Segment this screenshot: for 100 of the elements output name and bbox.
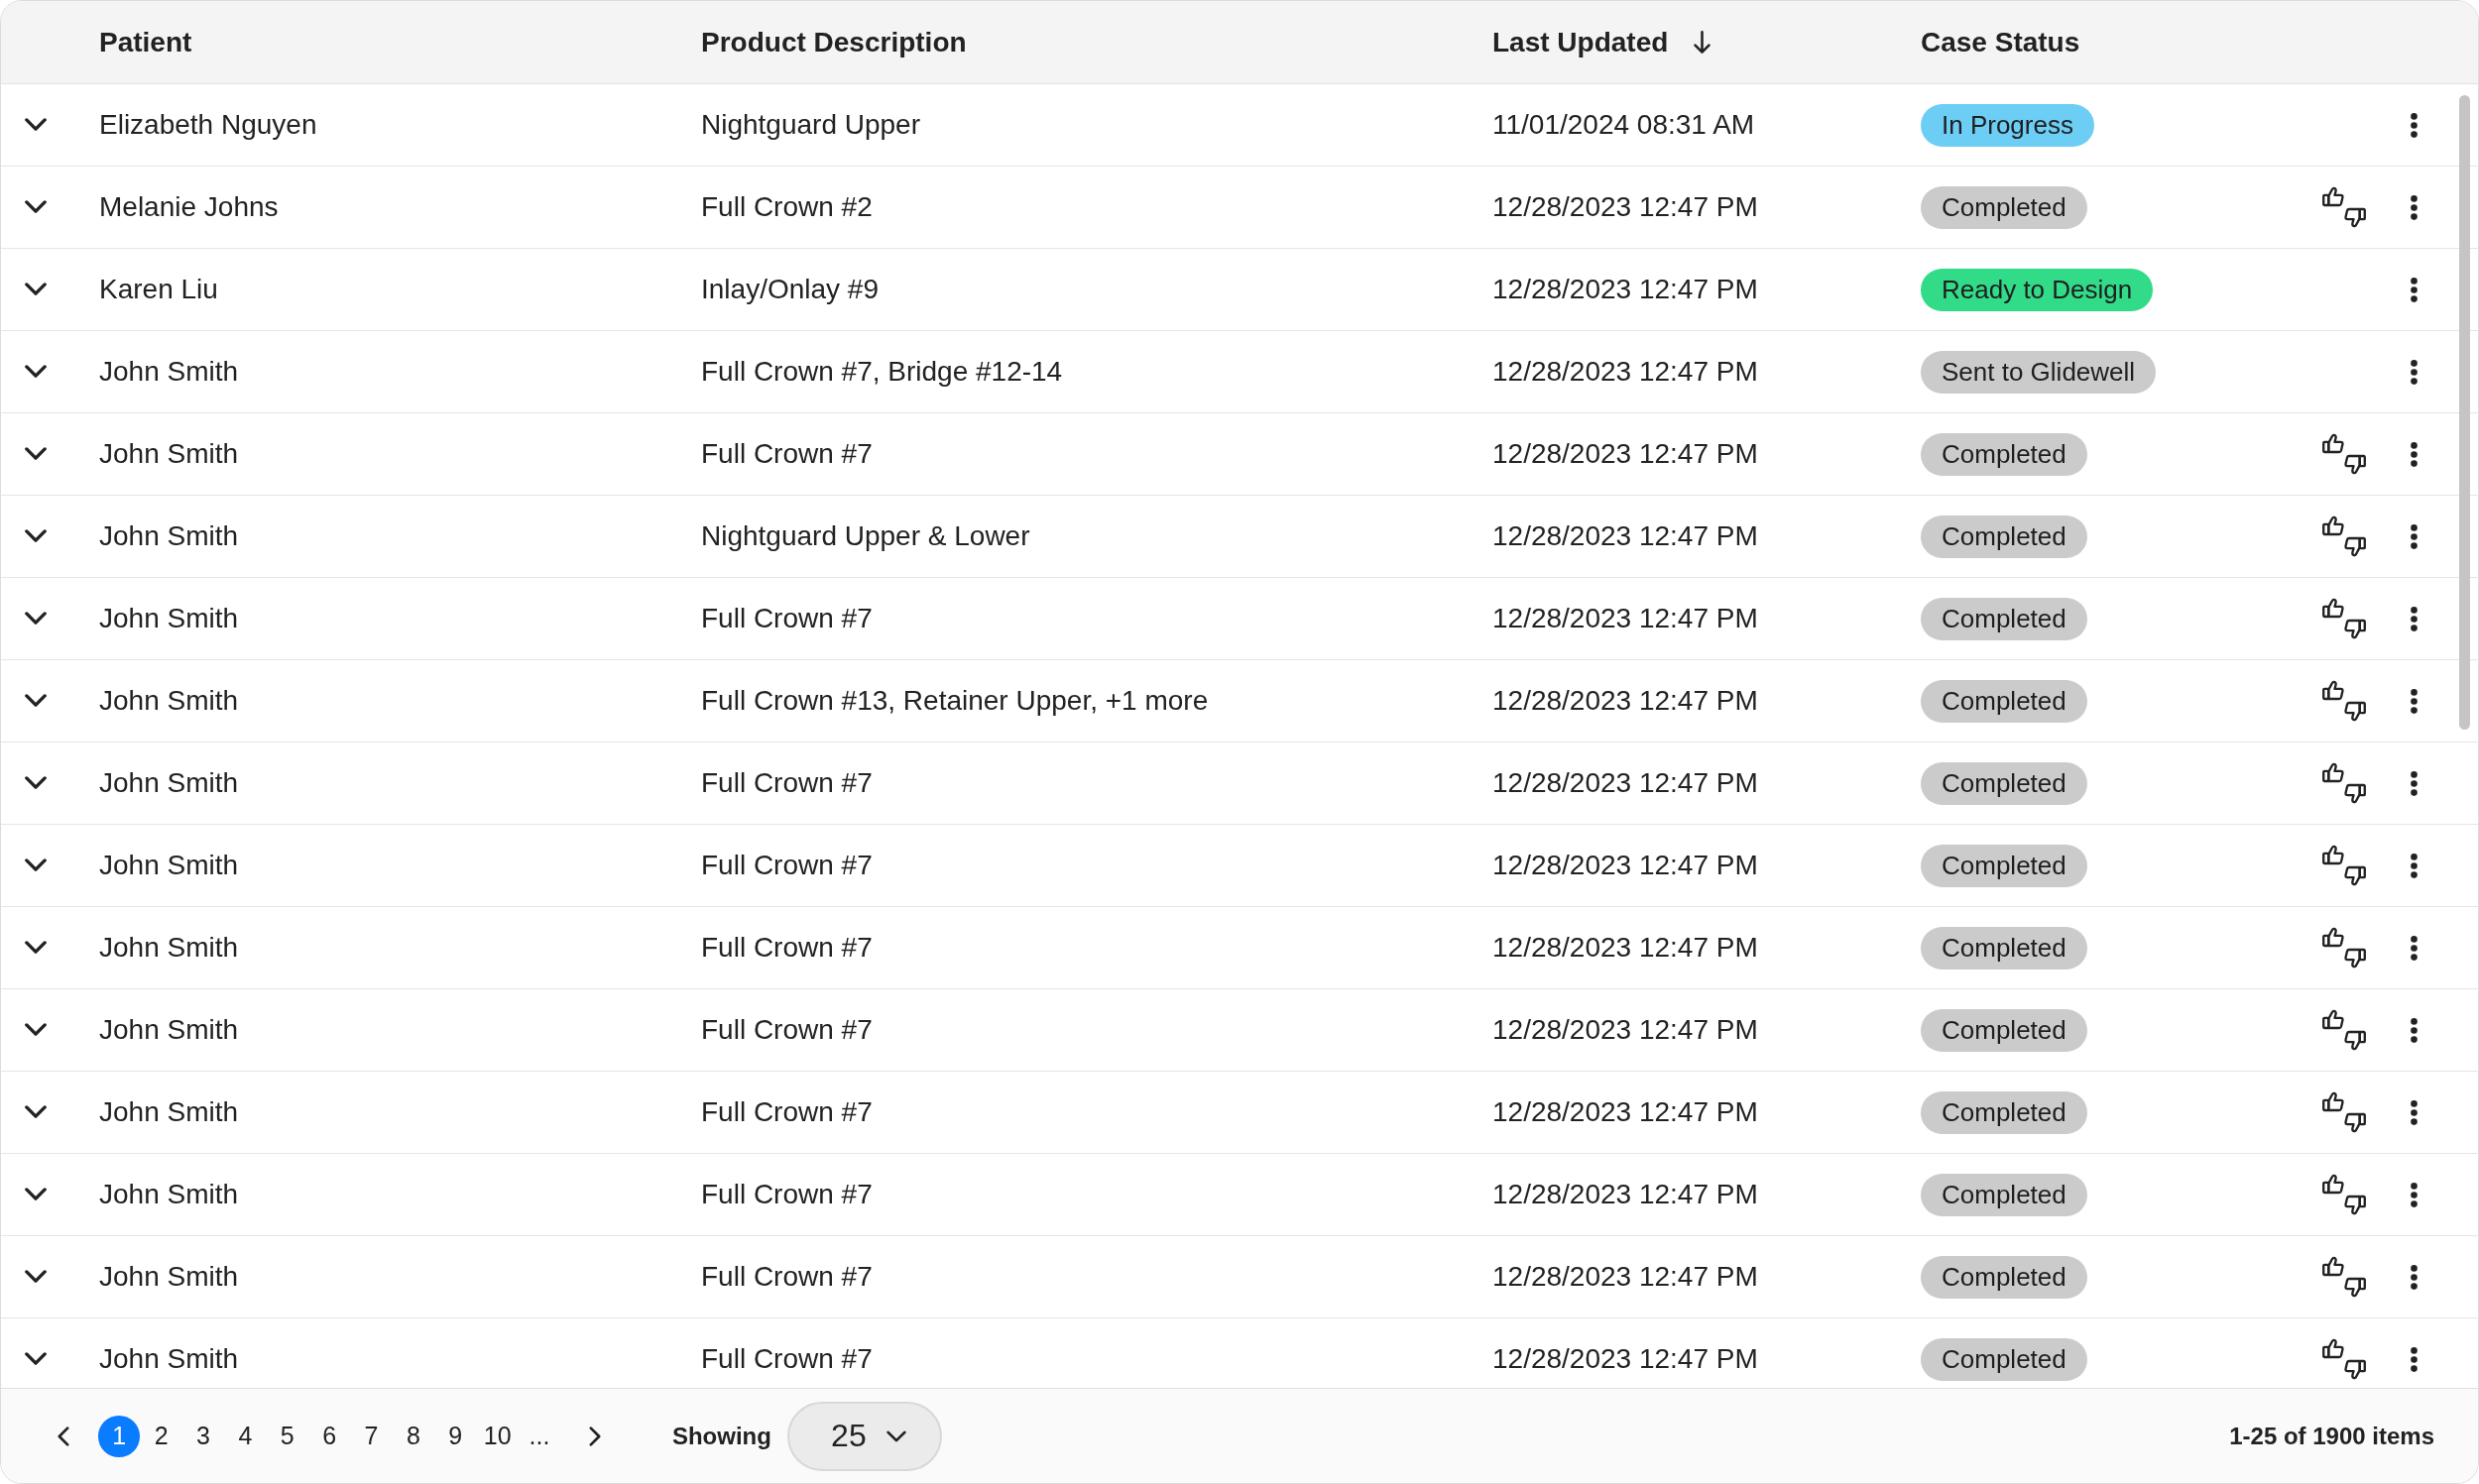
chevron-down-icon[interactable] [25, 283, 47, 296]
product-description: Full Crown #7 [701, 850, 873, 881]
chevron-down-icon[interactable] [25, 1270, 47, 1284]
patient-name: John Smith [99, 1014, 239, 1046]
arrow-down-icon[interactable] [1694, 31, 1712, 54]
updated-date: 12/28/2023 12:47 PM [1492, 767, 1758, 799]
patient-name: John Smith [99, 356, 239, 388]
kebab-menu-icon[interactable] [2410, 1346, 2418, 1372]
item-count: 1-25 of 1900 items [2229, 1422, 2434, 1450]
kebab-menu-icon[interactable] [2410, 1099, 2418, 1125]
updated-date: 12/28/2023 12:47 PM [1492, 438, 1758, 470]
page-number[interactable]: 10 [476, 1415, 519, 1457]
page-number[interactable]: 7 [350, 1415, 393, 1457]
patient-name: John Smith [99, 850, 239, 881]
chevron-down-icon[interactable] [25, 1105, 47, 1119]
product-description: Full Crown #2 [701, 191, 873, 223]
kebab-menu-icon[interactable] [2410, 523, 2418, 549]
thumbs-up-down-icon[interactable] [2322, 680, 2366, 722]
thumbs-up-down-icon[interactable] [2322, 927, 2366, 969]
status-badge: Completed [1921, 185, 2087, 229]
column-header[interactable]: Last Updated [1492, 26, 1669, 58]
thumbs-up-down-icon[interactable] [2322, 515, 2366, 557]
status-badge: Completed [1921, 844, 2087, 887]
thumbs-up-down-icon[interactable] [2322, 186, 2366, 228]
patient-name: John Smith [99, 603, 239, 634]
kebab-menu-icon[interactable] [2410, 441, 2418, 467]
thumbs-up-down-icon[interactable] [2322, 433, 2366, 475]
page-number[interactable]: 8 [392, 1415, 435, 1457]
page-number[interactable]: 4 [224, 1415, 267, 1457]
product-description: Full Crown #7 [701, 1096, 873, 1128]
thumbs-up-down-icon[interactable] [2322, 1256, 2366, 1298]
page-number[interactable]: 9 [434, 1415, 477, 1457]
chevron-left-icon[interactable] [58, 1426, 69, 1446]
status-badge: Completed [1921, 432, 2087, 476]
product-description: Full Crown #7 [701, 603, 873, 634]
chevron-down-icon[interactable] [25, 447, 47, 461]
thumbs-up-down-icon[interactable] [2322, 1338, 2366, 1380]
updated-date: 12/28/2023 12:47 PM [1492, 1014, 1758, 1046]
kebab-menu-icon[interactable] [2410, 688, 2418, 714]
updated-date: 12/28/2023 12:47 PM [1492, 520, 1758, 552]
product-description: Full Crown #7 [701, 1261, 873, 1293]
chevron-down-icon[interactable] [25, 941, 47, 955]
kebab-menu-icon[interactable] [2410, 1182, 2418, 1207]
page-number[interactable]: 6 [307, 1415, 351, 1457]
chevron-down-icon[interactable] [25, 118, 47, 132]
status-badge: Sent to Glidewell [1921, 350, 2157, 394]
kebab-menu-icon[interactable] [2410, 606, 2418, 631]
chevron-down-icon[interactable] [25, 365, 47, 379]
status-badge: Completed [1921, 597, 2087, 640]
product-description: Full Crown #13, Retainer Upper, +1 more [701, 685, 1209, 717]
kebab-menu-icon[interactable] [2410, 1264, 2418, 1290]
thumbs-up-down-icon[interactable] [2322, 1009, 2366, 1051]
patient-name: John Smith [99, 1261, 239, 1293]
updated-date: 12/28/2023 12:47 PM [1492, 603, 1758, 634]
scrollbar[interactable] [2459, 95, 2470, 730]
status-badge: Completed [1921, 514, 2087, 558]
chevron-down-icon[interactable] [25, 776, 47, 790]
patient-name: Elizabeth Nguyen [99, 109, 317, 141]
status-badge: Completed [1921, 1173, 2087, 1216]
chevron-down-icon[interactable] [25, 612, 47, 626]
chevron-right-icon[interactable] [588, 1426, 601, 1446]
kebab-menu-icon[interactable] [2410, 853, 2418, 878]
chevron-down-icon[interactable] [25, 1023, 47, 1037]
updated-date: 12/28/2023 12:47 PM [1492, 1343, 1758, 1375]
patient-name: John Smith [99, 1096, 239, 1128]
chevron-down-icon[interactable] [25, 529, 47, 543]
product-description: Nightguard Upper [701, 109, 921, 141]
page-number[interactable]: 2 [140, 1415, 182, 1457]
product-description: Full Crown #7 [701, 1343, 873, 1375]
updated-date: 12/28/2023 12:47 PM [1492, 1096, 1758, 1128]
column-header: Patient [99, 26, 192, 58]
chevron-down-icon[interactable] [25, 200, 47, 214]
page-number[interactable]: 3 [181, 1415, 225, 1457]
chevron-down-icon[interactable] [25, 1352, 47, 1366]
kebab-menu-icon[interactable] [2410, 112, 2418, 138]
thumbs-up-down-icon[interactable] [2322, 1174, 2366, 1215]
kebab-menu-icon[interactable] [2410, 194, 2418, 220]
kebab-menu-icon[interactable] [2410, 277, 2418, 302]
kebab-menu-icon[interactable] [2410, 770, 2418, 796]
page-number[interactable]: 5 [266, 1415, 308, 1457]
page-size-dropdown[interactable]: 25 [786, 1401, 942, 1471]
kebab-menu-icon[interactable] [2410, 359, 2418, 385]
product-description: Inlay/Onlay #9 [701, 274, 879, 305]
chevron-down-icon[interactable] [25, 694, 47, 708]
updated-date: 12/28/2023 12:47 PM [1492, 1261, 1758, 1293]
kebab-menu-icon[interactable] [2410, 935, 2418, 961]
status-badge: Completed [1921, 1255, 2087, 1299]
thumbs-up-down-icon[interactable] [2322, 598, 2366, 639]
status-badge: In Progress [1921, 103, 2094, 147]
thumbs-up-down-icon[interactable] [2322, 762, 2366, 804]
updated-date: 12/28/2023 12:47 PM [1492, 274, 1758, 305]
status-badge: Completed [1921, 1337, 2087, 1381]
kebab-menu-icon[interactable] [2410, 1017, 2418, 1043]
chevron-down-icon[interactable] [25, 858, 47, 872]
thumbs-up-down-icon[interactable] [2322, 1091, 2366, 1133]
product-description: Full Crown #7 [701, 438, 873, 470]
thumbs-up-down-icon[interactable] [2322, 845, 2366, 886]
page-number[interactable]: 1 [98, 1415, 141, 1457]
chevron-down-icon[interactable] [25, 1188, 47, 1201]
status-badge: Completed [1921, 679, 2087, 723]
